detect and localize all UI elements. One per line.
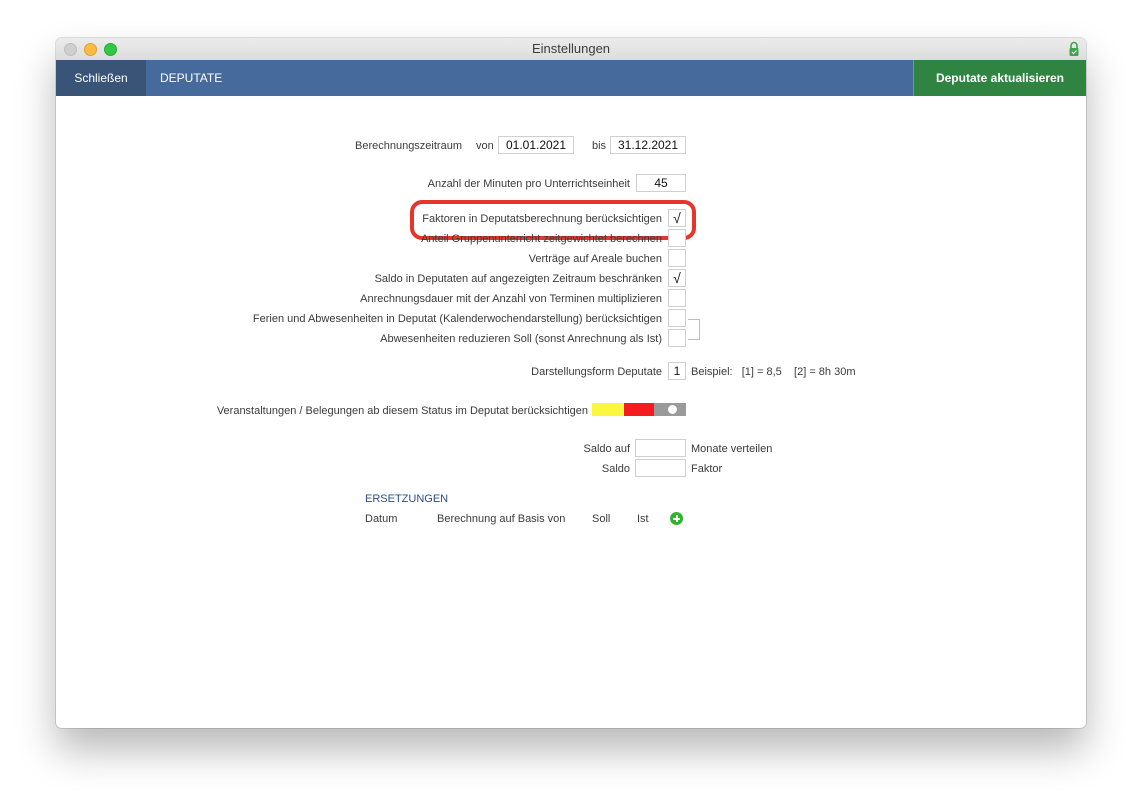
replacements-col-date: Datum (365, 513, 398, 525)
tab-deputate[interactable]: DEPUTATE (160, 60, 222, 96)
replacements-title: ERSETZUNGEN (365, 493, 449, 505)
option-label-absences: Abwesenheiten reduzieren Soll (sonst Anr… (380, 333, 662, 345)
option-label-areas: Verträge auf Areale buchen (528, 253, 662, 265)
close-button[interactable]: Schließen (56, 60, 146, 96)
period-to-field[interactable]: 31.12.2021 (610, 136, 686, 154)
period-label: Berechnungszeitraum (354, 140, 462, 152)
option-group-bracket (688, 319, 700, 340)
add-replacement-plus-icon[interactable] (670, 512, 683, 525)
minutes-field[interactable]: 45 (636, 174, 686, 192)
option-label-multiply-duration: Anrechnungsdauer mit der Anzahl von Term… (360, 293, 662, 305)
option-checkbox-areas[interactable] (668, 249, 686, 267)
period-to-label: bis (592, 140, 607, 152)
display-field[interactable]: 1 (668, 362, 686, 380)
period-from-label: von (476, 140, 494, 152)
balance-factor-field[interactable] (635, 459, 686, 477)
replacements-col-basis: Berechnung auf Basis von (437, 513, 566, 525)
option-label-group-lessons: Anteil Gruppenunterricht zeitgewichtet b… (421, 233, 662, 245)
balance-factor-label: Saldo (601, 463, 630, 475)
status-swatch-red[interactable] (624, 403, 654, 416)
status-swatch-yellow[interactable] (592, 403, 623, 416)
update-deputate-button[interactable]: Deputate aktualisieren (913, 60, 1086, 96)
period-from-field[interactable]: 01.01.2021 (498, 136, 574, 154)
settings-content: Berechnungszeitraum von 01.01.2021 bis 3… (56, 96, 1086, 728)
option-label-balance-range: Saldo in Deputaten auf angezeigten Zeitr… (374, 273, 662, 285)
window-title: Einstellungen (531, 41, 611, 56)
title-bar: Einstellungen (56, 38, 1086, 61)
display-label: Darstellungsform Deputate (531, 366, 662, 378)
lock-icon[interactable] (1068, 41, 1080, 57)
balance-factor-suffix: Faktor (691, 463, 723, 475)
replacements-col-target: Soll (592, 513, 611, 525)
toggle-knob (668, 405, 677, 414)
option-checkbox-holidays[interactable] (668, 309, 686, 327)
option-checkbox-group-lessons[interactable] (668, 229, 686, 247)
minutes-label: Anzahl der Minuten pro Unterrichtseinhei… (427, 178, 630, 190)
balance-distribute-label: Saldo auf (583, 443, 630, 455)
toolbar: Schließen DEPUTATE Deputate aktualisiere… (56, 60, 1086, 96)
balance-months-field[interactable] (635, 439, 686, 457)
settings-window: Einstellungen Schließen DEPUTATE Deputat… (56, 38, 1086, 728)
option-checkbox-multiply-duration[interactable] (668, 289, 686, 307)
option-label-factors: Faktoren in Deputatsberechnung berücksic… (422, 213, 662, 225)
option-checkbox-balance-range[interactable]: √ (668, 269, 686, 287)
status-toggle[interactable] (654, 403, 686, 416)
balance-distribute-suffix: Monate verteilen (691, 443, 773, 455)
display-example: Beispiel: [1] = 8,5 [2] = 8h 30m (691, 366, 856, 378)
option-label-holidays: Ferien und Abwesenheiten in Deputat (Kal… (252, 313, 662, 325)
option-checkbox-factors[interactable]: √ (668, 209, 686, 227)
status-label: Veranstaltungen / Belegungen ab diesem S… (216, 405, 588, 417)
replacements-col-actual: Ist (637, 513, 649, 525)
option-checkbox-absences[interactable] (668, 329, 686, 347)
